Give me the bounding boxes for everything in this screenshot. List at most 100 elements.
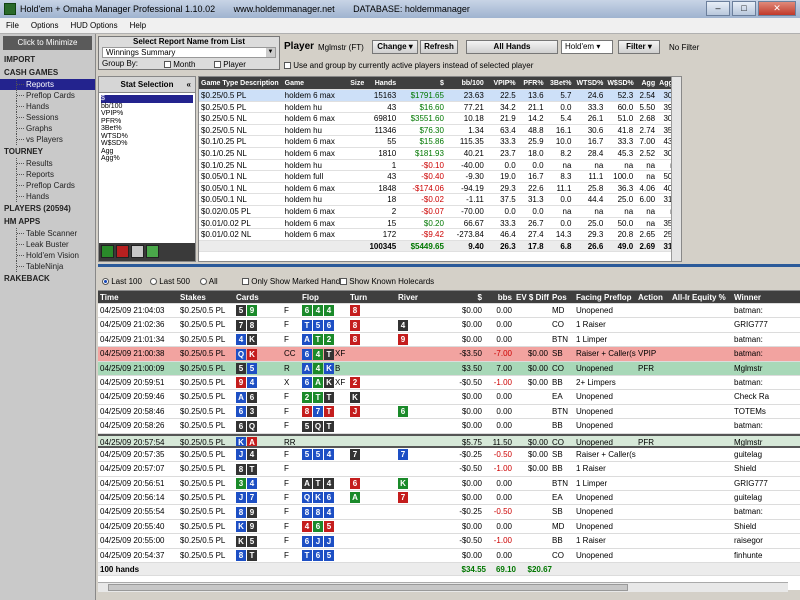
column-header[interactable]: 3Bet% <box>546 77 574 89</box>
menu-options[interactable]: Options <box>25 21 65 30</box>
hand-row[interactable]: 04/25/09 20:58:46 $0.25/0.5 PL 6 3 F 8 7 T J 6 $0.… <box>98 405 800 420</box>
hand-row[interactable]: 04/25/09 20:56:51 $0.25/0.5 PL 3 4 F A T 4 6 K $0.… <box>98 477 800 492</box>
column-header[interactable]: WTSD% <box>573 77 605 89</box>
horizontal-scrollbar[interactable] <box>98 582 788 592</box>
hand-row[interactable]: 04/25/09 20:59:46 $0.25/0.5 PL A 6 F 2 T T K $0.0… <box>98 390 800 405</box>
nav-rakeback[interactable]: RAKEBACK <box>0 272 95 285</box>
nav-table-scanner[interactable]: Table Scanner <box>0 228 95 239</box>
table-row[interactable]: $0.01/0.02 NL holdem 6 max 172 -$9.42 -273.8… <box>199 229 681 241</box>
nav-holdem-vision[interactable]: Hold'em Vision <box>0 250 95 261</box>
menu-file[interactable]: File <box>0 21 25 30</box>
hand-row[interactable]: 04/25/09 20:57:35 $0.25/0.5 PL J 4 F 5 5 4 7 7 -$0… <box>98 448 800 463</box>
nav-cash-preflop-cards[interactable]: Preflop Cards <box>0 90 95 101</box>
nav-tourney[interactable]: TOURNEY <box>0 145 95 158</box>
refresh-button[interactable]: Refresh <box>420 40 458 54</box>
all-hands-button[interactable]: All Hands <box>466 40 558 54</box>
hand-row[interactable]: 04/25/09 20:58:26 $0.25/0.5 PL 6 Q F 5 Q T $0.00… <box>98 419 800 434</box>
use-active-players-checkbox[interactable] <box>284 62 291 70</box>
hand-row[interactable]: 04/25/09 21:00:38 $0.25/0.5 PL Q K CC 6 4 T XF -$… <box>98 347 800 362</box>
column-header[interactable]: Stakes <box>178 291 234 303</box>
maximize-window-button[interactable]: □ <box>732 1 756 16</box>
stat-item[interactable]: $ <box>101 95 193 103</box>
panel-splitter[interactable] <box>98 264 800 267</box>
column-header[interactable]: bb/100 <box>446 77 486 89</box>
column-header[interactable]: Cards <box>234 291 270 303</box>
collapse-icon[interactable]: « <box>187 77 191 93</box>
last-100-radio[interactable] <box>102 278 109 286</box>
column-header[interactable] <box>270 291 282 303</box>
close-window-button[interactable]: ✕ <box>758 1 796 16</box>
table-row[interactable]: $0.25/0.5 PL holdem hu 43 $16.60 77.21 34.2 21… <box>199 102 681 114</box>
column-header[interactable]: Time <box>98 291 178 303</box>
column-header[interactable]: Winner <box>732 291 780 303</box>
table-row[interactable]: $0.1/0.25 PL holdem 6 max 55 $15.86 115.35 33… <box>199 136 681 148</box>
change-player-button[interactable]: Change ▾ <box>372 40 418 54</box>
nav-cash-sessions[interactable]: Sessions <box>0 112 95 123</box>
hand-row[interactable]: 04/25/09 20:54:37 $0.25/0.5 PL 8 T F T 6 5 $0.00… <box>98 549 800 564</box>
move-down-icon[interactable] <box>146 245 159 258</box>
column-header[interactable]: EV $ Diff <box>514 291 550 303</box>
nav-tourney-hands[interactable]: Hands <box>0 191 95 202</box>
column-header[interactable]: All-In <box>670 291 690 303</box>
hand-row[interactable]: 04/25/09 20:55:00 $0.25/0.5 PL K 5 F 6 J J -$0.5… <box>98 534 800 549</box>
nav-tourney-preflop-cards[interactable]: Preflop Cards <box>0 180 95 191</box>
stat-item[interactable]: PFR% <box>101 118 193 126</box>
table-row[interactable]: $0.25/0.5 NL holdem 6 max 69810 $3551.60 10.… <box>199 113 681 125</box>
menu-help[interactable]: Help <box>124 21 152 30</box>
remove-stat-icon[interactable] <box>116 245 129 258</box>
nav-cash-vs-players[interactable]: vs Players <box>0 134 95 145</box>
nav-cash-reports[interactable]: Reports <box>0 79 95 90</box>
nav-tourney-reports[interactable]: Reports <box>0 169 95 180</box>
column-header[interactable]: bbs <box>484 291 514 303</box>
minimize-window-button[interactable]: – <box>706 1 730 16</box>
nav-tableninja[interactable]: TableNinja <box>0 261 95 272</box>
stat-item[interactable]: Agg <box>101 148 193 156</box>
table-row[interactable]: $0.05/0.1 NL holdem hu 18 -$0.02 -1.11 37.5 31… <box>199 194 681 206</box>
all-hands-radio[interactable] <box>200 278 207 286</box>
column-header[interactable]: River <box>396 291 444 303</box>
group-month-checkbox[interactable] <box>164 61 171 69</box>
table-row[interactable]: $0.25/0.5 PL holdem 6 max 15163 $1791.65 23.… <box>199 90 681 102</box>
game-type-dropdown[interactable]: Hold'em ▾ <box>561 40 613 54</box>
column-header[interactable] <box>282 291 300 303</box>
column-header[interactable]: Agg <box>635 77 657 89</box>
hand-row[interactable]: 04/25/09 20:56:14 $0.25/0.5 PL J 7 F Q K 6 A 7 $0.… <box>98 491 800 506</box>
column-header[interactable]: Size <box>338 77 366 89</box>
last-500-radio[interactable] <box>150 278 157 286</box>
hand-row[interactable]: 04/25/09 20:55:40 $0.25/0.5 PL K 9 F 4 6 5 $0.00… <box>98 520 800 535</box>
column-header[interactable]: Turn <box>348 291 396 303</box>
hand-row[interactable]: 04/25/09 20:57:54 $0.25/0.5 PL K A RR $5.75 11… <box>98 433 800 448</box>
nav-cash-graphs[interactable]: Graphs <box>0 123 95 134</box>
menu-hud-options[interactable]: HUD Options <box>64 21 123 30</box>
hand-row[interactable]: 04/25/09 21:00:09 $0.25/0.5 PL 5 5 R A 4 K B $3.5… <box>98 361 800 376</box>
hand-row[interactable]: 04/25/09 20:55:54 $0.25/0.5 PL 8 9 F 8 8 4 -$0.2… <box>98 505 800 520</box>
table-row[interactable]: $0.25/0.5 NL holdem hu 11346 $76.30 1.34 63.4… <box>199 125 681 137</box>
hand-row[interactable]: 04/25/09 21:01:34 $0.25/0.5 PL 4 K F A T 2 8 9 $0.… <box>98 333 800 348</box>
nav-hm-apps[interactable]: HM APPS <box>0 215 95 228</box>
group-player-checkbox[interactable] <box>214 61 221 69</box>
column-header[interactable]: VPIP% <box>486 77 518 89</box>
show-holecards-checkbox[interactable] <box>340 278 347 286</box>
report-name-dropdown[interactable]: Winnings Summary ▼ <box>102 47 276 58</box>
hand-row[interactable]: 04/25/09 20:59:51 $0.25/0.5 PL 9 4 X 6 A K XF 2 -$… <box>98 376 800 391</box>
stat-item[interactable]: Agg% <box>101 155 193 163</box>
column-header[interactable]: Flop <box>300 291 348 303</box>
column-header[interactable]: $ <box>398 77 446 89</box>
hand-row[interactable]: 04/25/09 20:57:07 $0.25/0.5 PL 8 T F -$0.50 -1… <box>98 462 800 477</box>
minimize-sidebar-button[interactable]: Click to Minimize <box>3 36 92 50</box>
scroll-thumb[interactable] <box>108 584 628 591</box>
stat-item[interactable]: 3Bet% <box>101 125 193 133</box>
add-stat-icon[interactable] <box>101 245 114 258</box>
vertical-scrollbar[interactable] <box>671 77 681 261</box>
nav-tourney-results[interactable]: Results <box>0 158 95 169</box>
hand-row[interactable]: 04/25/09 21:02:36 $0.25/0.5 PL 7 8 F T 5 6 8 4 $0.… <box>98 318 800 333</box>
nav-import[interactable]: IMPORT <box>0 53 95 66</box>
hand-row[interactable]: 04/25/09 21:04:03 $0.25/0.5 PL 5 9 F 6 4 4 8 $0.0… <box>98 304 800 319</box>
column-header[interactable]: Game <box>283 77 339 89</box>
column-header[interactable]: Pos <box>550 291 574 303</box>
filter-button[interactable]: Filter ▾ <box>618 40 660 54</box>
column-header[interactable]: Game Type Description <box>199 77 283 89</box>
column-header[interactable]: Equity % <box>690 291 732 303</box>
table-row[interactable]: $0.1/0.25 NL holdem hu 1 -$0.10 -40.00 0.0 0.0… <box>199 160 681 172</box>
column-header[interactable]: W$SD% <box>605 77 635 89</box>
